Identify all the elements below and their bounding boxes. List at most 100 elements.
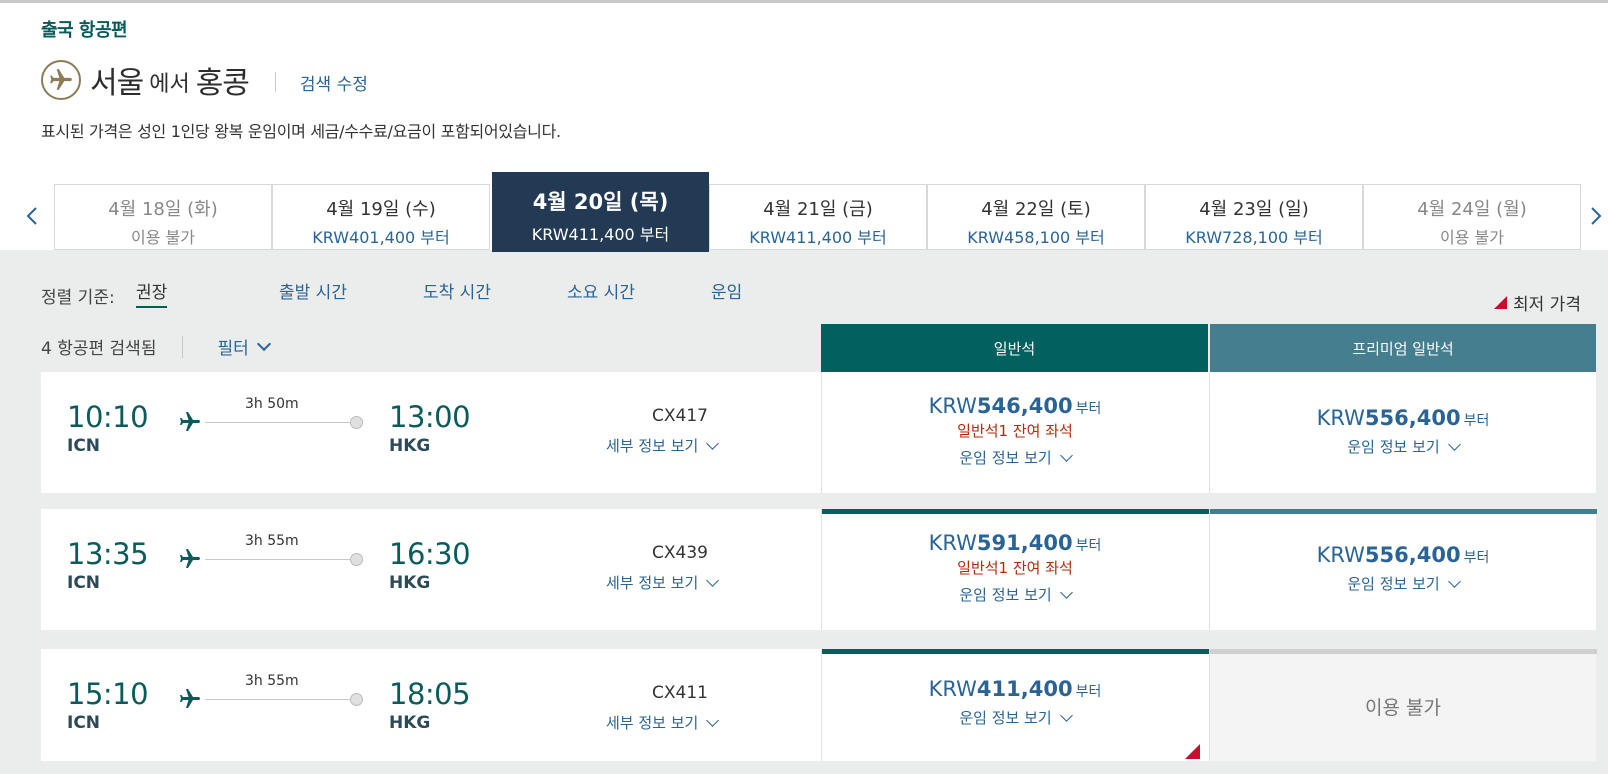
sort-fare[interactable]: 운임 [711,278,742,303]
date-price: 이용 불가 [131,228,195,247]
departure-airport: ICN [67,436,101,456]
date-price: 이용 불가 [1440,228,1504,247]
arrival-dot [350,416,363,429]
arrival-time: 18:05 [389,677,471,711]
chevron-down-icon [1059,448,1073,462]
cabin-header-premium: 프리미엄 일반석 [1210,324,1596,372]
fare-suffix: 부터 [1075,684,1102,700]
route-connector: 에서 [149,72,190,97]
flight-duration: 3h 50m [245,396,299,412]
fare-amount: 546,400 [976,394,1073,418]
arrival-time: 16:30 [389,537,471,571]
next-dates-arrow-icon[interactable] [1590,204,1602,232]
date-label: 4월 18일 (화) [108,199,218,220]
date-tab-0423[interactable]: 4월 23일 (일) KRW728,100 부터 [1145,184,1363,250]
airplane-icon [41,60,81,100]
cabin-header-economy: 일반석 [821,324,1208,372]
date-tab-0418: 4월 18일 (화) 이용 불가 [54,184,272,250]
fare-top-bar [1210,509,1597,514]
chevron-down-icon [1059,708,1073,722]
duration-line [205,422,355,423]
date-label: 4월 24일 (월) [1417,199,1527,220]
seats-remaining: 일반석1 잔여 좌석 [957,422,1073,440]
date-tab-0420[interactable]: 4월 20일 (목) KRW411,400 부터 [492,172,709,252]
fare-top-bar [822,509,1209,514]
seats-remaining: 일반석1 잔여 좌석 [957,559,1073,577]
premium-fare-cell: 이용 불가 [1209,649,1597,761]
prev-dates-arrow-icon[interactable] [26,204,38,232]
date-label: 4월 21일 (금) [763,199,873,220]
fare-suffix: 부터 [1463,550,1490,566]
date-tab-0424: 4월 24일 (월) 이용 불가 [1363,184,1581,250]
fare-top-bar [1210,649,1597,654]
fare-suffix: 부터 [1075,538,1102,554]
sort-recommended[interactable]: 권장 [136,278,168,308]
divider [182,335,184,358]
fare-info-link[interactable]: 운임 정보 보기 [822,707,1208,728]
chevron-down-icon [1059,585,1073,599]
arrival-dot [350,693,363,706]
date-tab-0421[interactable]: 4월 21일 (금) KRW411,400 부터 [709,184,927,250]
airplane-icon [178,547,202,575]
fare-suffix: 부터 [1075,401,1102,417]
fare-info-link[interactable]: 운임 정보 보기 [1210,573,1596,594]
premium-fare-cell[interactable]: KRW556,400 부터 운임 정보 보기 [1209,509,1597,630]
route-header: 서울 에서 홍콩 검색 수정 [41,59,368,101]
sort-duration[interactable]: 소요 시간 [567,278,635,303]
price-note: 표시된 가격은 성인 1인당 왕복 운임이며 세금/수수료/요금이 포함되어있습… [41,122,561,141]
departure-airport: ICN [67,713,101,733]
flight-details-link[interactable]: 세부 정보 보기 [606,435,720,456]
flight-details-link[interactable]: 세부 정보 보기 [606,572,720,593]
currency: KRW [928,531,977,555]
filter-button[interactable]: 필터 [217,334,271,359]
filter-label: 필터 [217,339,249,359]
section-title: 출국 항공편 [41,20,128,41]
arrival-airport: HKG [389,713,431,733]
flight-number: CX411 [652,683,708,703]
fare-info-label: 운임 정보 보기 [1347,575,1440,593]
arrival-dot [350,553,363,566]
date-label: 4월 20일 (목) [532,190,669,214]
airplane-icon [178,687,202,715]
details-label: 세부 정보 보기 [606,574,699,592]
fare-info-link[interactable]: 운임 정보 보기 [822,447,1208,468]
date-price: KRW458,100 부터 [967,228,1105,247]
destination-city: 홍콩 [195,66,250,101]
flight-details-link[interactable]: 세부 정보 보기 [606,712,720,733]
fare-amount: 411,400 [976,677,1073,701]
fare-info-label: 운임 정보 보기 [1347,438,1440,456]
fare-info-label: 운임 정보 보기 [959,709,1052,727]
fare-amount: 556,400 [1364,406,1461,430]
currency: KRW [1316,406,1365,430]
date-price: KRW401,400 부터 [312,228,450,247]
lowest-fare-marker-icon [1185,744,1200,759]
fare-info-link[interactable]: 운임 정보 보기 [822,584,1208,605]
fare-suffix: 부터 [1463,413,1490,429]
results-count: 4 항공편 검색됨 [41,339,157,359]
date-label: 4월 19일 (수) [326,199,436,220]
date-selector: 4월 18일 (화) 이용 불가 4월 19일 (수) KRW401,400 부… [0,172,1608,252]
flight-duration: 3h 55m [245,673,299,689]
date-tab-0419[interactable]: 4월 19일 (수) KRW401,400 부터 [272,184,490,250]
premium-fare-cell[interactable]: KRW556,400 부터 운임 정보 보기 [1209,372,1596,493]
lowest-fare-label: 최저 가격 [1513,295,1581,315]
chevron-down-icon [706,573,720,587]
edit-search-link[interactable]: 검색 수정 [300,70,368,95]
details-label: 세부 정보 보기 [606,437,699,455]
duration-line [205,559,355,560]
divider [274,72,276,92]
flight-duration: 3h 55m [245,533,299,549]
sort-arrival-time[interactable]: 도착 시간 [423,278,491,303]
sort-departure-time[interactable]: 출발 시간 [279,278,347,303]
economy-fare-cell[interactable]: KRW411,400 부터 운임 정보 보기 [821,649,1209,761]
sort-label: 정렬 기준: [41,288,115,308]
economy-fare-cell[interactable]: KRW591,400 부터 일반석1 잔여 좌석 운임 정보 보기 [821,509,1209,630]
fare-info-label: 운임 정보 보기 [959,586,1052,604]
arrival-airport: HKG [389,573,431,593]
fare-top-bar [822,649,1209,654]
flight-row: 15:10 ICN 3h 55m 18:05 HKG CX411 세부 정보 보… [41,649,1597,761]
fare-info-link[interactable]: 운임 정보 보기 [1210,436,1596,457]
date-label: 4월 23일 (일) [1199,199,1309,220]
date-tab-0422[interactable]: 4월 22일 (토) KRW458,100 부터 [927,184,1145,250]
economy-fare-cell[interactable]: KRW546,400 부터 일반석1 잔여 좌석 운임 정보 보기 [821,372,1208,493]
